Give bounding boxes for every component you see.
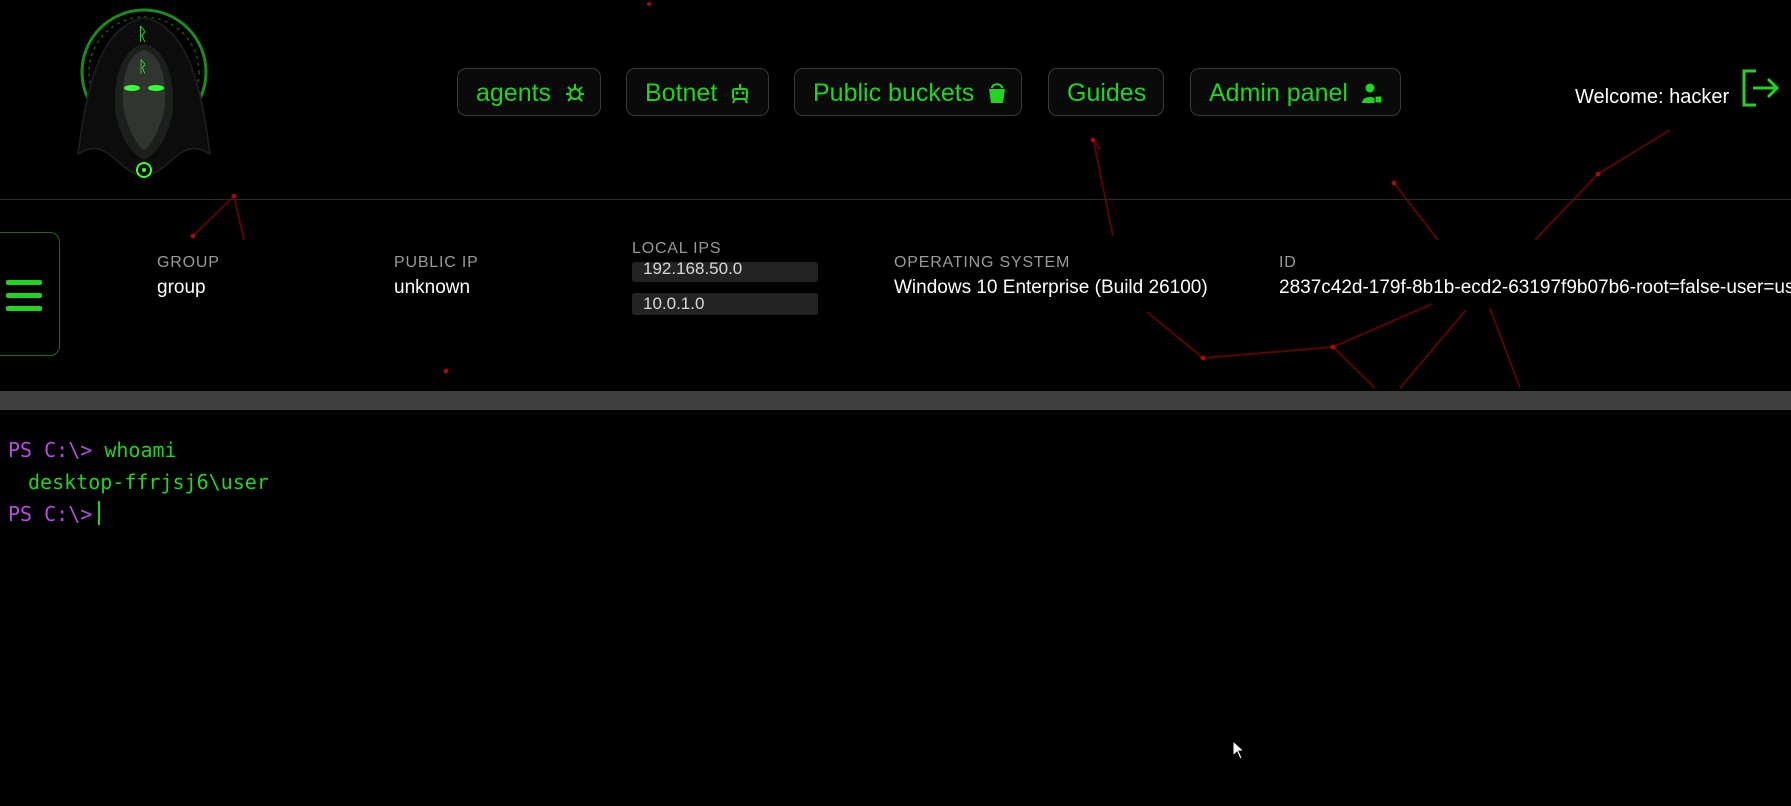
bucket-icon [989,83,1006,103]
local-ips-label: LOCAL IPS [632,240,722,257]
hooded-rune-logo-icon: ᚱ ᚱ [76,8,212,178]
local-ip-item: 10.0.1.0 [632,293,818,315]
bug-icon [566,84,585,102]
nav-agents-button[interactable]: agents [457,68,601,116]
terminal[interactable]: PS C:\> whoami desktop-ffrjsj6\user PS C… [8,434,1778,794]
nav-public-buckets-button[interactable]: Public buckets [794,68,1022,116]
local-ip-item: 192.168.50.0 [632,260,818,282]
menu-button[interactable] [0,232,60,356]
mouse-pointer-icon [1232,740,1246,760]
nav-guides-label: Guides [1067,79,1147,107]
logout-icon[interactable] [1740,68,1780,108]
nav-guides-button[interactable]: Guides [1048,68,1164,116]
nav-agents-label: agents [476,79,552,107]
id-value: 2837c42d-179f-8b1b-ecd2-63197f9b07b6-roo… [1279,277,1791,298]
public-ip-value: unknown [394,277,471,298]
terminal-command: whoami [104,438,177,462]
terminal-prompt: PS C:\> [8,502,93,526]
nav-public-buckets-label: Public buckets [813,79,975,107]
group-value: group [157,277,206,298]
terminal-line: PS C:\> whoami [8,434,1778,466]
nav-admin-panel-label: Admin panel [1209,79,1348,107]
svg-text:ᚱ: ᚱ [137,24,148,45]
admin-user-icon [1361,83,1383,104]
public-ip-label: PUBLIC IP [394,254,479,271]
terminal-line: PS C:\> [8,498,1778,530]
nav-botnet-button[interactable]: Botnet [626,68,769,116]
terminal-output: desktop-ffrjsj6\user [28,470,269,494]
header-divider [0,199,1791,200]
terminal-resize-bar[interactable] [0,391,1791,410]
os-value: Windows 10 Enterprise (Build 26100) [894,277,1208,298]
terminal-prompt: PS C:\> [8,438,93,462]
svg-text:ᚱ: ᚱ [138,57,148,76]
id-label: ID [1279,254,1297,271]
robot-icon [732,84,749,104]
nav-botnet-label: Botnet [645,79,718,107]
terminal-caret [98,501,101,525]
welcome-text: Welcome: hacker [1575,86,1730,108]
terminal-line: desktop-ffrjsj6\user [8,466,1778,498]
os-label: OPERATING SYSTEM [894,254,1071,271]
nav-admin-panel-button[interactable]: Admin panel [1190,68,1401,116]
group-label: GROUP [157,254,220,271]
